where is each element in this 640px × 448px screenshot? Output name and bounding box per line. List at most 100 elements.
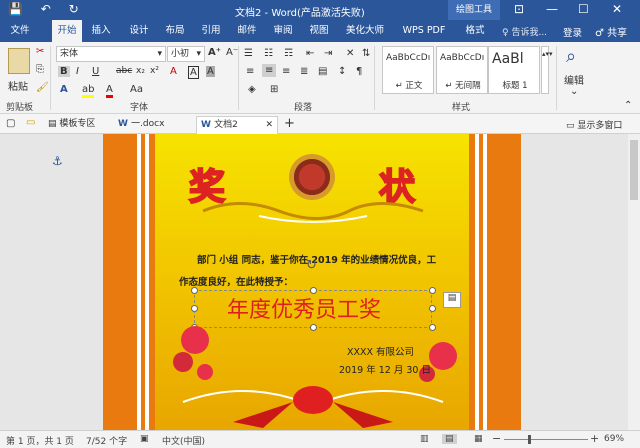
bullets-icon[interactable]: ☰: [244, 48, 253, 59]
chevron-down-icon[interactable]: ⌄: [570, 86, 578, 97]
award-title[interactable]: 年度优秀员工奖: [227, 292, 381, 324]
tab-file[interactable]: 文件: [4, 20, 36, 42]
proofing-icon[interactable]: ▣: [140, 434, 149, 444]
print-layout-icon[interactable]: ▤: [442, 434, 457, 444]
undo-icon[interactable]: ↶: [41, 2, 51, 16]
rotate-handle-icon[interactable]: ↻: [306, 258, 317, 273]
tab-home[interactable]: 开始: [52, 20, 82, 42]
tab-view[interactable]: 视图: [304, 20, 334, 42]
font-grow-button[interactable]: A⁺: [208, 47, 221, 58]
resize-handle[interactable]: [429, 305, 436, 312]
paste-button[interactable]: 粘贴: [8, 78, 28, 93]
highlight-button[interactable]: ab: [82, 84, 95, 98]
italic-button[interactable]: I: [76, 66, 79, 77]
bold-button[interactable]: B: [58, 66, 70, 77]
doc-tab-docx[interactable]: W 一.docx: [114, 116, 194, 134]
page-count[interactable]: 第 1 页，共 1 页: [6, 434, 74, 447]
tell-me-search[interactable]: ♀ 告诉我...: [502, 25, 547, 38]
borders-icon[interactable]: ⊞: [270, 84, 278, 95]
copy-icon[interactable]: ⎘: [36, 64, 44, 75]
tab-layout[interactable]: 布局: [160, 20, 190, 42]
align-left-icon[interactable]: ≡: [246, 66, 254, 77]
layout-options-icon[interactable]: ▤: [443, 292, 461, 308]
decrease-indent-icon[interactable]: ⇤: [306, 48, 314, 59]
text-effect-icon[interactable]: A: [60, 84, 68, 95]
change-case-button[interactable]: Aa: [130, 84, 143, 95]
style-normal[interactable]: AaBbCcDı ↵ 正文: [382, 46, 434, 94]
language[interactable]: 中文(中国): [162, 434, 205, 447]
doc-tab-doc2[interactable]: W 文档2 ✕: [196, 116, 278, 134]
tab-references[interactable]: 引用: [196, 20, 226, 42]
zoom-slider[interactable]: [504, 439, 588, 440]
numbering-icon[interactable]: ☷: [264, 48, 273, 59]
zoom-slider-thumb[interactable]: [528, 435, 531, 444]
document-canvas[interactable]: ⚓ 奖 状 部门 小组 同志，鉴于你在 2019 年的业绩情况优良，工 作态度良…: [0, 134, 640, 430]
save-icon[interactable]: 💾: [8, 2, 23, 16]
increase-indent-icon[interactable]: ⇥: [324, 48, 332, 59]
web-layout-icon[interactable]: ▦: [474, 434, 483, 444]
zoom-out-button[interactable]: −: [492, 432, 501, 445]
font-size-select[interactable]: 小初 ▾: [167, 46, 205, 62]
maximize-icon[interactable]: ☐: [578, 2, 589, 16]
scrollbar-thumb[interactable]: [630, 140, 638, 200]
edit-button[interactable]: 编辑: [564, 72, 584, 87]
tab-beautify[interactable]: 美化大师: [340, 20, 390, 42]
add-tab-button[interactable]: +: [284, 116, 295, 131]
resize-handle[interactable]: [191, 287, 198, 294]
tab-review[interactable]: 审阅: [268, 20, 298, 42]
style-heading-1[interactable]: AaBl 标题 1: [488, 46, 540, 94]
distributed-icon[interactable]: ▤: [318, 66, 327, 77]
show-marks-icon[interactable]: ¶: [356, 66, 362, 77]
read-mode-icon[interactable]: ▥: [420, 434, 429, 444]
format-painter-icon[interactable]: 🖌: [36, 82, 49, 93]
styles-scroll[interactable]: ▴▾▾: [541, 46, 553, 94]
zoom-in-button[interactable]: +: [590, 432, 599, 445]
resize-handle[interactable]: [310, 324, 317, 331]
font-name-select[interactable]: 宋体 ▾: [56, 46, 166, 62]
certificate-page[interactable]: 奖 状 部门 小组 同志，鉴于你在 2019 年的业绩情况优良，工 作态度良好，…: [103, 134, 521, 430]
zoom-level[interactable]: 69%: [604, 434, 624, 444]
font-color-button[interactable]: A: [106, 84, 113, 98]
subscript-button[interactable]: x₂: [136, 66, 145, 76]
tab-insert[interactable]: 插入: [86, 20, 116, 42]
ribbon-display-icon[interactable]: ⊡: [514, 2, 524, 16]
paste-icon[interactable]: [8, 48, 30, 74]
underline-button[interactable]: U: [92, 66, 99, 77]
cut-icon[interactable]: ✂: [36, 46, 44, 57]
align-right-icon[interactable]: ≡: [282, 66, 290, 77]
style-no-spacing[interactable]: AaBbCcDı ↵ 无间隔: [436, 46, 488, 94]
resize-handle[interactable]: [429, 287, 436, 294]
anchor-icon: ⚓: [52, 154, 63, 168]
shading-icon[interactable]: ◈: [248, 84, 256, 95]
line-spacing-icon[interactable]: ↕: [338, 66, 346, 77]
close-icon[interactable]: ✕: [265, 117, 273, 133]
justify-icon[interactable]: ≣: [300, 66, 308, 77]
tab-format[interactable]: 格式: [456, 20, 494, 42]
tab-design[interactable]: 设计: [124, 20, 154, 42]
sort-icon[interactable]: ⇅: [362, 48, 370, 59]
share-button[interactable]: ♂ 共享: [595, 24, 627, 39]
char-shading-button[interactable]: A: [206, 66, 215, 77]
folder-icon[interactable]: ▭: [26, 117, 35, 128]
vertical-scrollbar[interactable]: [628, 134, 640, 430]
close-icon[interactable]: ✕: [612, 2, 622, 16]
char-border-button[interactable]: A: [188, 66, 199, 79]
align-center-icon[interactable]: ≡: [262, 64, 277, 77]
chinese-layout-icon[interactable]: ✕: [346, 48, 354, 59]
multilevel-list-icon[interactable]: ☶: [284, 48, 293, 59]
redo-icon[interactable]: ↻: [69, 2, 79, 16]
strikethrough-button[interactable]: abc: [116, 66, 132, 76]
multi-window-toggle[interactable]: ▭ 显示多窗口: [566, 118, 622, 131]
clear-format-button[interactable]: A: [170, 66, 177, 77]
tab-mailings[interactable]: 邮件: [232, 20, 262, 42]
new-doc-icon[interactable]: ▢: [6, 118, 15, 129]
font-shrink-button[interactable]: A⁻: [226, 47, 238, 58]
search-icon[interactable]: ⌕: [566, 46, 576, 67]
doc-tab-templates[interactable]: ▤ 模板专区: [44, 116, 112, 134]
tab-wps-pdf[interactable]: WPS PDF: [396, 20, 452, 42]
collapse-ribbon-icon[interactable]: ⌃: [624, 100, 632, 111]
login-link[interactable]: 登录: [563, 25, 582, 39]
minimize-icon[interactable]: —: [546, 2, 558, 16]
word-count[interactable]: 7/52 个字: [86, 434, 127, 447]
superscript-button[interactable]: x²: [150, 66, 159, 76]
